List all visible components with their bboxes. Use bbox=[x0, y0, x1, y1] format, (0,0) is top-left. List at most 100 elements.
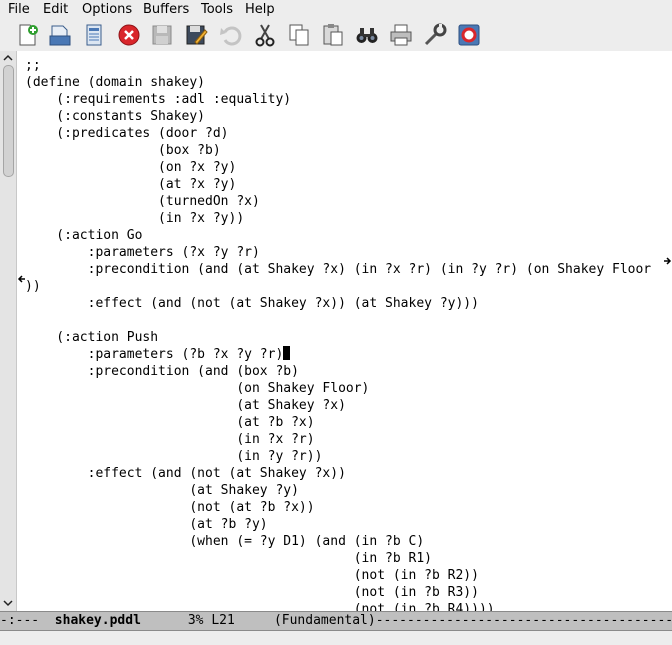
code-line-text: (at Shakey ?y) bbox=[25, 483, 299, 498]
code-line-text: :parameters (?x ?y ?r) bbox=[25, 245, 260, 260]
code-line-text: (not (in ?b R3)) bbox=[25, 585, 479, 600]
code-line: (on Shakey Floor) bbox=[25, 380, 651, 397]
code-line-text: (in ?x ?r) bbox=[25, 432, 315, 447]
vertical-scrollbar[interactable] bbox=[0, 51, 17, 611]
code-line: (on ?x ?y) bbox=[25, 159, 651, 176]
code-line: (in ?x ?r) bbox=[25, 431, 651, 448]
editor-lines: ;; (define (domain shakey) (:requirements… bbox=[25, 57, 651, 611]
open-file-button[interactable] bbox=[47, 22, 73, 48]
paste-icon bbox=[323, 24, 343, 46]
save-as-button[interactable] bbox=[183, 22, 209, 48]
modeline-buffer-name[interactable]: shakey.pddl bbox=[55, 613, 141, 628]
code-line-text: (:action Push bbox=[25, 330, 159, 345]
code-line: (at Shakey ?x) bbox=[25, 397, 651, 414]
code-line: (not (in ?b R4)))) bbox=[25, 601, 651, 611]
code-line: (in ?b R1) bbox=[25, 550, 651, 567]
code-line-text: (turnedOn ?x) bbox=[25, 194, 260, 209]
undo-button[interactable] bbox=[217, 22, 243, 48]
code-line-text: ;; bbox=[25, 58, 41, 73]
open-directory-button[interactable] bbox=[81, 22, 107, 48]
code-line: (:action Push bbox=[25, 329, 651, 346]
code-line: :parameters (?x ?y ?r) bbox=[25, 244, 651, 261]
new-file-icon bbox=[19, 24, 38, 46]
save-button[interactable] bbox=[149, 22, 175, 48]
copy-button[interactable] bbox=[286, 22, 312, 48]
help-button[interactable] bbox=[456, 22, 482, 48]
modeline-status: -:--- bbox=[0, 613, 55, 628]
scroll-up-arrow-icon[interactable] bbox=[2, 52, 14, 64]
code-line: (in ?y ?r)) bbox=[25, 448, 651, 465]
copy-icon bbox=[289, 24, 309, 46]
menu-edit[interactable]: Edit bbox=[43, 2, 68, 18]
code-line-text: (on Shakey Floor) bbox=[25, 381, 370, 396]
new-file-button[interactable] bbox=[14, 22, 40, 48]
code-line-text: (in ?y ?r)) bbox=[25, 449, 323, 464]
save-as-icon bbox=[186, 25, 208, 45]
close-icon bbox=[118, 24, 140, 46]
code-line-text: (not (in ?b R2)) bbox=[25, 568, 479, 583]
code-line: (in ?x ?y)) bbox=[25, 210, 651, 227]
preferences-button[interactable] bbox=[422, 22, 448, 48]
code-line: (:action Go bbox=[25, 227, 651, 244]
menu-options[interactable]: Options bbox=[82, 2, 132, 18]
code-line-text: (when (= ?y D1) (and (in ?b C) bbox=[25, 534, 425, 549]
close-buffer-button[interactable] bbox=[116, 22, 142, 48]
code-line: (:predicates (door ?d) bbox=[25, 125, 651, 142]
open-directory-icon bbox=[86, 24, 102, 46]
code-line: (at Shakey ?y) bbox=[25, 482, 651, 499]
code-line-text: (:predicates (door ?d) bbox=[25, 126, 229, 141]
scrollbar-thumb[interactable] bbox=[3, 65, 14, 177]
modeline-mode[interactable]: (Fundamental) bbox=[274, 613, 376, 628]
cut-icon bbox=[255, 24, 275, 47]
code-line: )) bbox=[25, 278, 651, 295]
code-line: :precondition (and (at Shakey ?x) (in ?x… bbox=[25, 261, 652, 278]
mode-line: -:--- shakey.pddl 3% L21 (Fundamental)--… bbox=[0, 611, 672, 631]
print-button[interactable] bbox=[388, 22, 414, 48]
code-line: :effect (and (not (at Shakey ?x)) bbox=[25, 465, 651, 482]
menu-help[interactable]: Help bbox=[245, 2, 275, 18]
code-line-text: (in ?x ?y)) bbox=[25, 211, 245, 226]
code-line-text: (:constants Shakey) bbox=[25, 109, 206, 124]
code-line: (not (at ?b ?x)) bbox=[25, 499, 651, 516]
save-icon bbox=[152, 25, 172, 45]
cut-button[interactable] bbox=[252, 22, 278, 48]
minibuffer[interactable] bbox=[0, 631, 672, 645]
code-line: (at ?b ?x) bbox=[25, 414, 651, 431]
code-line-text: :parameters (?b ?x ?y ?r) bbox=[25, 347, 284, 362]
code-line-text: :effect (and (not (at Shakey ?x)) (at Sh… bbox=[25, 296, 479, 311]
menu-bar: File Edit Options Buffers Tools Help bbox=[0, 0, 672, 20]
code-line-text: (:requirements :adl :equality) bbox=[25, 92, 292, 107]
menu-tools[interactable]: Tools bbox=[201, 2, 233, 18]
code-line-text: )) bbox=[25, 279, 41, 294]
editor-text-area[interactable]: ;; (define (domain shakey) (:requirements… bbox=[17, 51, 672, 611]
code-line: :parameters (?b ?x ?y ?r) bbox=[25, 346, 651, 363]
text-cursor bbox=[283, 346, 291, 360]
code-line: (define (domain shakey) bbox=[25, 74, 651, 91]
modeline-fill: ----------------------------------------… bbox=[375, 613, 672, 628]
code-line: (at ?b ?y) bbox=[25, 516, 651, 533]
code-line: (not (in ?b R2)) bbox=[25, 567, 651, 584]
code-line-text: :precondition (and (box ?b) bbox=[25, 364, 299, 379]
code-line-text: (define (domain shakey) bbox=[25, 75, 206, 90]
code-line: (box ?b) bbox=[25, 142, 651, 159]
search-icon bbox=[356, 28, 378, 43]
code-line-text: (at Shakey ?x) bbox=[25, 398, 346, 413]
preferences-icon bbox=[424, 23, 447, 46]
code-line-text: (at ?x ?y) bbox=[25, 177, 237, 192]
undo-icon bbox=[220, 26, 242, 46]
search-button[interactable] bbox=[354, 22, 380, 48]
code-line: ;; bbox=[25, 57, 651, 74]
code-line: (not (in ?b R3)) bbox=[25, 584, 651, 601]
menu-buffers[interactable]: Buffers bbox=[143, 2, 189, 18]
line-wrap-right-arrow-icon bbox=[664, 257, 672, 265]
code-line-text: (:action Go bbox=[25, 228, 143, 243]
menu-file[interactable]: File bbox=[8, 2, 30, 18]
code-line-text: (at ?b ?x) bbox=[25, 415, 315, 430]
line-wrap-left-arrow-icon bbox=[17, 275, 25, 283]
scroll-down-arrow-icon[interactable] bbox=[2, 597, 14, 609]
code-line: (:constants Shakey) bbox=[25, 108, 651, 125]
paste-button[interactable] bbox=[320, 22, 346, 48]
code-line: (:requirements :adl :equality) bbox=[25, 91, 651, 108]
code-line: (at ?x ?y) bbox=[25, 176, 651, 193]
